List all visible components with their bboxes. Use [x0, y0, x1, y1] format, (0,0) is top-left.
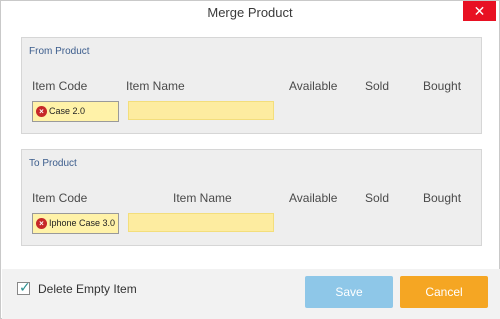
- close-icon: ✕: [473, 3, 486, 19]
- title-bar: Merge Product ✕: [1, 1, 499, 27]
- column-item-code: Item Code: [32, 191, 88, 205]
- save-button[interactable]: Save: [305, 276, 393, 308]
- from-item-code-field[interactable]: × Case 2.0: [32, 101, 119, 122]
- column-item-name: Item Name: [126, 79, 185, 93]
- to-item-code-value: Iphone Case 3.0: [49, 218, 116, 228]
- delete-empty-item-checkbox[interactable]: ✓: [17, 279, 31, 295]
- from-item-code-value: Case 2.0: [49, 106, 86, 116]
- clear-x-icon[interactable]: ×: [36, 106, 47, 117]
- column-available: Available: [289, 191, 338, 205]
- column-available: Available: [289, 79, 338, 93]
- clear-x-icon[interactable]: ×: [36, 218, 47, 229]
- from-product-group: From Product Item Code Item Name Availab…: [21, 37, 482, 134]
- close-button[interactable]: ✕: [463, 1, 496, 21]
- from-item-name-field[interactable]: [128, 101, 274, 120]
- to-item-name-field[interactable]: [128, 213, 274, 232]
- column-sold: Sold: [365, 191, 390, 205]
- check-icon: ✓: [19, 279, 31, 295]
- dialog-title: Merge Product: [207, 5, 293, 20]
- cancel-button[interactable]: Cancel: [400, 276, 488, 308]
- column-item-name: Item Name: [173, 191, 232, 205]
- column-sold: Sold: [365, 79, 390, 93]
- column-item-code: Item Code: [32, 79, 88, 93]
- from-product-label: From Product: [29, 46, 90, 57]
- to-item-code-field[interactable]: × Iphone Case 3.0: [32, 213, 119, 234]
- column-bought: Bought: [423, 79, 462, 93]
- to-product-group: To Product Item Code Item Name Available…: [21, 149, 482, 246]
- delete-empty-item-label[interactable]: Delete Empty Item: [38, 282, 137, 296]
- to-product-label: To Product: [29, 158, 77, 169]
- merge-product-dialog: Merge Product ✕ From Product Item Code I…: [0, 0, 500, 319]
- dialog-footer: ✓ Delete Empty Item Save Cancel: [2, 269, 500, 319]
- column-bought: Bought: [423, 191, 462, 205]
